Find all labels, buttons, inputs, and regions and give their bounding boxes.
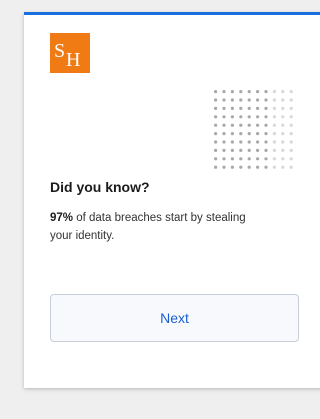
svg-text:H: H (66, 49, 80, 68)
svg-text:S: S (54, 40, 65, 62)
info-card: S H Did you know? 97% of data breaches s… (24, 12, 320, 388)
fact-body: of data breaches start by stealing your … (50, 212, 246, 242)
sh-logo-icon: S H (50, 33, 90, 73)
page: S H Did you know? 97% of data breaches s… (0, 0, 320, 419)
fact-text: 97% of data breaches start by stealing y… (50, 209, 250, 245)
headline: Did you know? (50, 179, 150, 195)
next-button[interactable]: Next (50, 294, 299, 342)
fact-stat: 97% (50, 212, 74, 224)
dot-grid-icon (214, 90, 293, 169)
